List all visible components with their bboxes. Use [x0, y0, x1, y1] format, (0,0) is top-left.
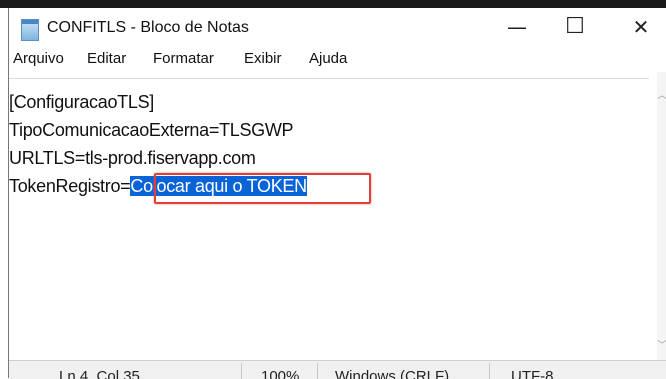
status-bar: Ln 4, Col 35 100% Windows (CRLF) UTF-8: [9, 360, 666, 379]
window-title: CONFITLS - Bloco de Notas: [47, 19, 249, 36]
close-button[interactable]: ✕: [621, 12, 661, 42]
editor-line-4: TokenRegistro=Colocar aqui o TOKEN: [9, 176, 307, 197]
token-key-text: TokenRegistro=: [9, 176, 131, 196]
menu-editar[interactable]: Editar: [87, 50, 126, 67]
editor-line-1: [ConfiguracaoTLS]: [9, 92, 154, 112]
vertical-scrollbar[interactable]: ︿ ﹀: [657, 72, 666, 362]
maximize-button[interactable]: ☐: [555, 12, 595, 42]
notepad-window: CONFITLS - Bloco de Notas — ☐ ✕ Arquivo …: [8, 8, 666, 379]
status-separator: [317, 363, 318, 379]
editor-line-2: TipoComunicacaoExterna=TLSGWP: [9, 120, 294, 140]
menu-exibir[interactable]: Exibir: [244, 50, 282, 67]
menu-formatar[interactable]: Formatar: [153, 50, 214, 67]
editor-line-3: URLTLS=tls-prod.fiservapp.com: [9, 148, 256, 168]
status-encoding: UTF-8: [511, 368, 554, 379]
title-bar[interactable]: CONFITLS - Bloco de Notas — ☐ ✕: [9, 8, 666, 46]
menu-arquivo[interactable]: Arquivo: [13, 50, 64, 67]
notepad-icon: [21, 19, 39, 41]
status-separator: [241, 363, 242, 379]
menu-ajuda[interactable]: Ajuda: [309, 50, 347, 67]
menu-bar: Arquivo Editar Formatar Exibir Ajuda: [9, 46, 666, 72]
status-separator: [489, 363, 490, 379]
chevron-up-icon[interactable]: ︿: [657, 88, 666, 101]
status-line-ending: Windows (CRLF): [335, 368, 450, 379]
text-editor[interactable]: [ConfiguracaoTLS] TipoComunicacaoExterna…: [9, 78, 649, 361]
chevron-down-icon[interactable]: ﹀: [657, 338, 666, 351]
outer-frame: [0, 0, 666, 8]
minimize-button[interactable]: —: [497, 12, 537, 42]
selected-token-text[interactable]: Colocar aqui o TOKEN: [130, 176, 307, 196]
status-zoom: 100%: [261, 368, 300, 379]
status-position: Ln 4, Col 35: [59, 368, 140, 379]
